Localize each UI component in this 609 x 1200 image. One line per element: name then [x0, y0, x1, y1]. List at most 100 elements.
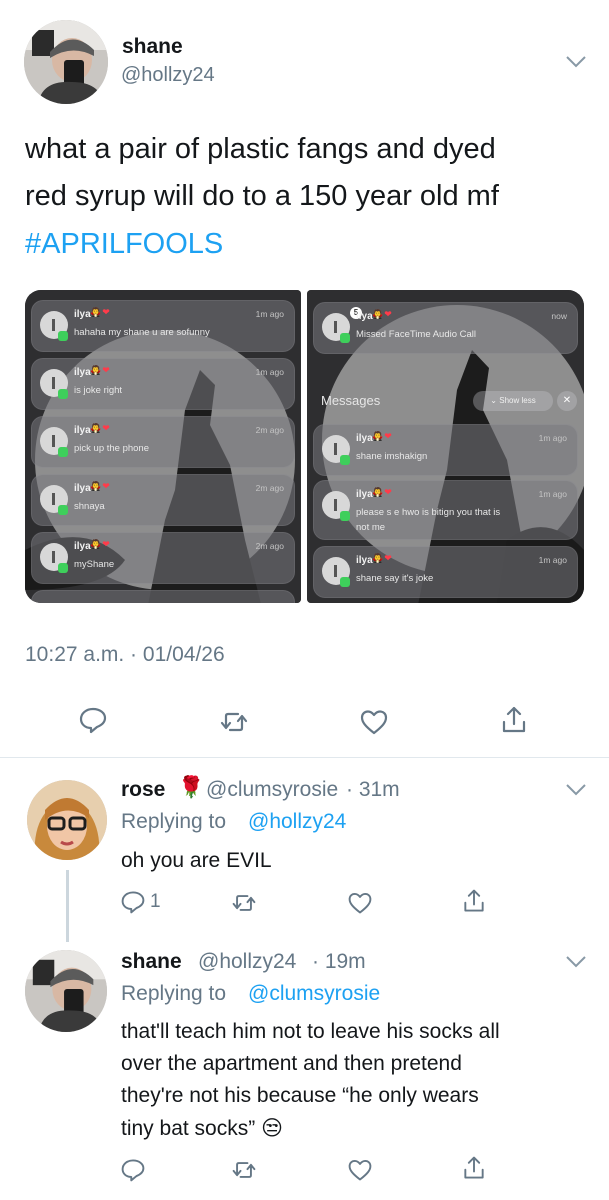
author-name[interactable]: shane	[122, 35, 183, 59]
messages-app-icon	[58, 563, 68, 573]
notification-text: myShane	[74, 559, 115, 570]
chevron-down-icon[interactable]	[565, 55, 587, 69]
notification-card[interactable]: ilya 🧛❤ shane say it's joke 1m ago	[313, 546, 578, 598]
messages-app-icon	[58, 505, 68, 515]
like-icon[interactable]	[347, 890, 373, 916]
reply-author-name[interactable]: shane	[121, 950, 182, 974]
notification-card[interactable]: ilya 🧛❤ please s e hwo is bitign you tha…	[313, 480, 578, 540]
thread-connector-line	[66, 870, 69, 942]
notification-time: 2m ago	[255, 483, 284, 493]
reply-time: · 31m	[346, 778, 400, 801]
facetime-app-icon	[340, 333, 350, 343]
notification-text: pick up the phone	[74, 443, 150, 454]
chevron-down-icon[interactable]	[565, 783, 587, 797]
share-icon[interactable]	[461, 888, 487, 914]
notification-sender: ilya	[356, 489, 373, 500]
unamused-emoji: 😒	[261, 1117, 283, 1140]
tweet-text-line-1: what a pair of plastic fangs and dyed	[25, 133, 496, 165]
sender-emoji: 🧛❤	[90, 539, 111, 549]
retweet-icon[interactable]	[219, 707, 249, 737]
sender-emoji: 🧛❤	[90, 307, 111, 317]
notification-card[interactable]: ilya 🧛❤ shnaya 2m ago	[31, 474, 295, 526]
show-less-button[interactable]: ⌄ Show less	[473, 391, 553, 411]
replying-to-link[interactable]: @hollzy24	[248, 810, 346, 834]
sender-emoji: 🧛❤	[372, 309, 393, 319]
tweet-text-line-2: red syrup will do to a 150 year old mf	[25, 180, 499, 212]
attached-image-left[interactable]: ilya 🧛❤ hahaha my shane u are sofunny 1m…	[25, 290, 301, 603]
sender-emoji: 🧛❤	[372, 553, 393, 563]
notification-text: is joke right	[74, 385, 123, 396]
reply-author-name[interactable]: rose	[121, 778, 165, 802]
notification-text: shane imshakign	[356, 451, 428, 462]
replying-to-prefix: Replying to	[121, 982, 227, 1005]
reply-text-line-1: that'll teach him not to leave his socks…	[121, 1020, 500, 1043]
notification-sender: ilya	[356, 433, 373, 444]
notification-card[interactable]: ilya 🧛❤ shane imshakign 1m ago	[313, 424, 578, 476]
reply-author-avatar[interactable]	[25, 950, 107, 1032]
notification-text-line-2: not me	[356, 522, 386, 533]
notification-time: 2m ago	[255, 541, 284, 551]
replying-to-link[interactable]: @clumsyrosie	[248, 982, 380, 1006]
messages-app-icon	[340, 577, 350, 587]
reply-icon[interactable]	[78, 705, 108, 735]
author-handle[interactable]: @hollzy24	[121, 64, 215, 87]
notification-text: hahaha my shane u are sofunny	[74, 327, 210, 338]
notification-sender: ilya	[74, 541, 91, 552]
notification-sender: ilya	[74, 367, 91, 378]
notification-time: 1m ago	[538, 489, 567, 499]
tweet-timestamp: 10:27 a.m. · 01/04/26	[25, 643, 225, 666]
notification-text: shane say it's joke	[356, 573, 434, 584]
reply-text-line-4: tiny bat socks” 😒	[121, 1116, 283, 1141]
retweet-icon[interactable]	[231, 1157, 257, 1183]
notification-card[interactable]: ilya 🧛❤ is joke right 1m ago	[31, 358, 295, 410]
notification-time: 1m ago	[255, 309, 284, 319]
notification-sender: ilya	[356, 311, 373, 322]
author-avatar[interactable]	[24, 20, 108, 104]
sender-emoji: 🧛❤	[372, 431, 393, 441]
like-icon[interactable]	[347, 1157, 373, 1183]
attached-image-right[interactable]: 5 ilya 🧛❤ Missed FaceTime Audio Call now…	[307, 290, 584, 603]
share-icon[interactable]	[461, 1155, 487, 1181]
retweet-icon[interactable]	[231, 890, 257, 916]
notification-card[interactable]: ilya 🧛❤ myShane 2m ago	[31, 532, 295, 584]
divider	[0, 757, 609, 758]
notification-time: 2m ago	[255, 425, 284, 435]
reply-icon[interactable]	[120, 889, 146, 915]
reply-author-avatar[interactable]	[27, 780, 107, 860]
like-icon[interactable]	[359, 707, 389, 737]
sender-emoji: 🧛❤	[90, 423, 111, 433]
reply-author-handle[interactable]: @hollzy24	[198, 950, 296, 974]
sender-emoji: 🧛❤	[90, 481, 111, 491]
rose-emoji: 🌹	[178, 776, 205, 799]
notification-card[interactable]: ilya 🧛❤ hahaha my shane u are sofunny 1m…	[31, 300, 295, 352]
messages-app-icon	[58, 389, 68, 399]
messages-app-icon	[340, 455, 350, 465]
chevron-down-icon[interactable]	[565, 955, 587, 969]
replying-to-prefix: Replying to	[121, 810, 227, 833]
messages-group-header: Messages	[321, 393, 381, 408]
notification-time: 1m ago	[538, 555, 567, 565]
notification-time: 1m ago	[255, 367, 284, 377]
reply-count: 1	[150, 891, 161, 912]
show-less-label: Show less	[499, 396, 536, 405]
notification-card[interactable]: ilya 🧛❤ pick up the phone 2m ago	[31, 416, 295, 468]
reply-author-handle[interactable]: @clumsyrosie	[206, 778, 338, 802]
notification-sender: ilya	[74, 309, 91, 320]
close-icon[interactable]: ✕	[557, 391, 577, 411]
reply-text-line-2: over the apartment and then pretend	[121, 1052, 462, 1075]
reply-text-line-4-text: tiny bat socks”	[121, 1117, 256, 1140]
notification-text: Missed FaceTime Audio Call	[356, 329, 477, 340]
notification-text-line-1: please s e hwo is bitign you that is	[356, 507, 501, 518]
reply-icon[interactable]	[120, 1157, 146, 1183]
notification-text: shnaya	[74, 501, 105, 512]
reply-time: · 19m	[312, 950, 366, 973]
notification-sender: ilya	[74, 483, 91, 494]
notification-time: 1m ago	[538, 433, 567, 443]
notification-card-partial	[31, 590, 295, 603]
hashtag-link[interactable]: #APRILFOOLS	[25, 228, 223, 261]
messages-app-icon	[58, 447, 68, 457]
share-icon[interactable]	[499, 705, 529, 735]
notification-card[interactable]: 5 ilya 🧛❤ Missed FaceTime Audio Call now	[313, 302, 578, 354]
reply-text-line-3: they're not his because “he only wears	[121, 1084, 479, 1107]
messages-app-icon	[58, 331, 68, 341]
